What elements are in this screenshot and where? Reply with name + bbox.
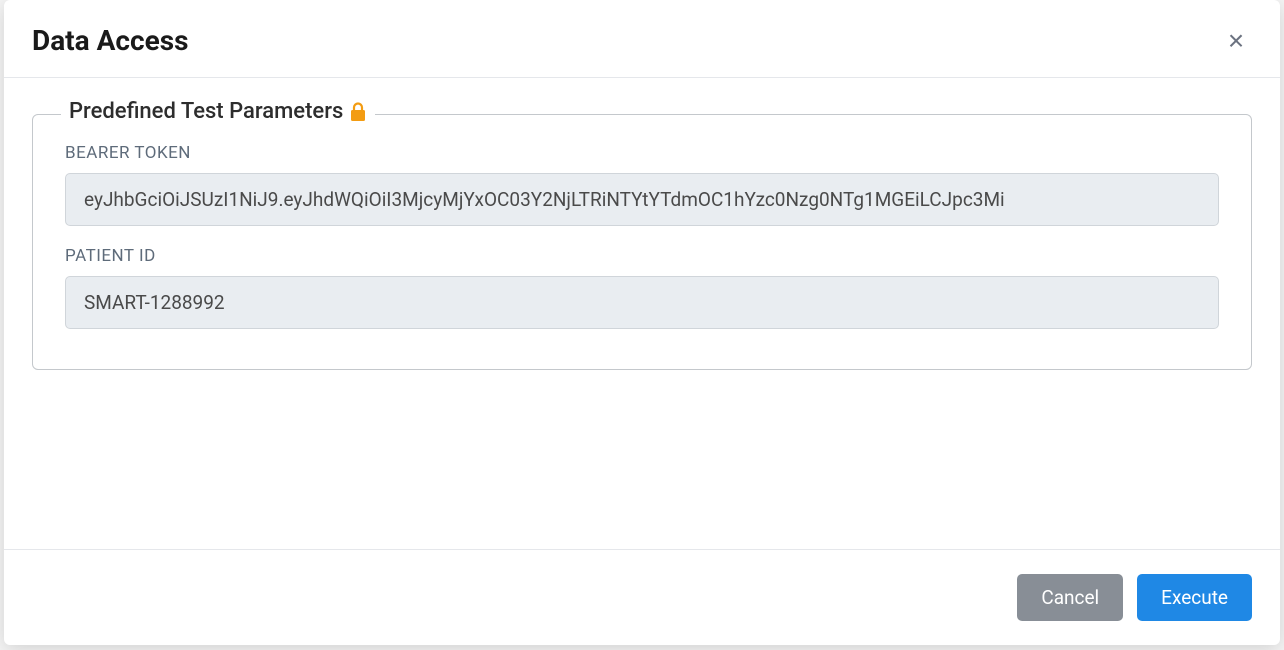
modal-body: Predefined Test Parameters BEARER TOKEN …: [4, 78, 1280, 549]
bearer-token-field-group: BEARER TOKEN: [65, 143, 1219, 226]
predefined-test-parameters-fieldset: Predefined Test Parameters BEARER TOKEN …: [32, 114, 1252, 370]
modal-footer: Cancel Execute: [4, 549, 1280, 645]
execute-button[interactable]: Execute: [1137, 574, 1252, 621]
cancel-button[interactable]: Cancel: [1017, 574, 1123, 621]
bearer-token-input[interactable]: [65, 173, 1219, 226]
patient-id-input[interactable]: [65, 276, 1219, 329]
data-access-modal: Data Access × Predefined Test Parameters…: [4, 0, 1280, 645]
fieldset-legend: Predefined Test Parameters: [61, 99, 375, 124]
legend-text: Predefined Test Parameters: [69, 99, 343, 124]
close-button[interactable]: ×: [1220, 25, 1252, 57]
modal-title: Data Access: [32, 24, 188, 57]
patient-id-label: PATIENT ID: [65, 246, 1219, 266]
modal-header: Data Access ×: [4, 0, 1280, 78]
patient-id-field-group: PATIENT ID: [65, 246, 1219, 329]
close-icon: ×: [1228, 27, 1244, 55]
lock-icon: [349, 102, 367, 122]
bearer-token-label: BEARER TOKEN: [65, 143, 1219, 163]
